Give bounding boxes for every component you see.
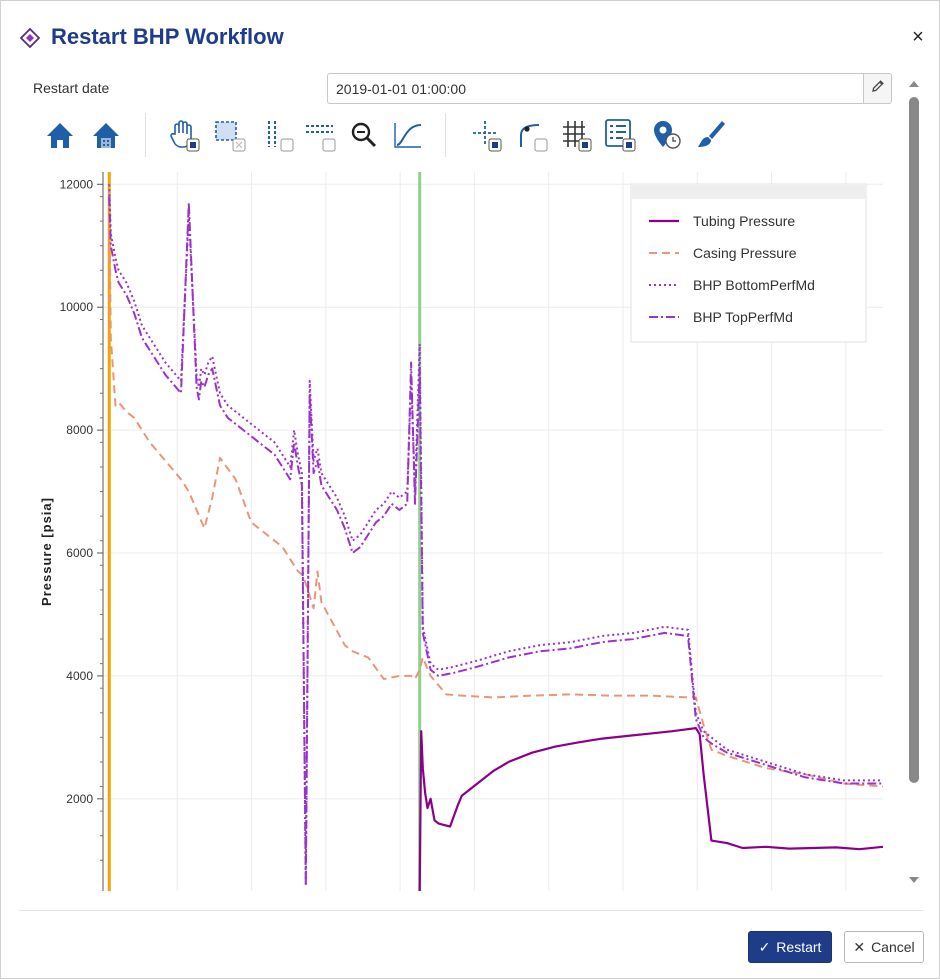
hover-clock-icon[interactable] — [649, 117, 683, 153]
y-tick-label: 8000 — [66, 423, 93, 437]
footer-divider — [19, 910, 923, 911]
legend-label: BHP BottomPerfMd — [693, 277, 815, 293]
home-icon[interactable] — [43, 117, 77, 153]
curve-icon[interactable] — [391, 117, 425, 153]
horizontal-select-icon[interactable] — [303, 117, 337, 153]
restart-date-input[interactable] — [327, 73, 863, 104]
legend-header-bar — [632, 185, 865, 199]
restart-button[interactable]: ✓ Restart — [748, 931, 832, 963]
restart-date-label: Restart date — [33, 80, 110, 96]
hand-pan-icon[interactable] — [167, 117, 201, 153]
check-icon: ✓ — [758, 939, 771, 955]
pressure-chart[interactable]: 2000 4000 6000 8000 10000 12000 Pressure [psia… — [21, 164, 901, 894]
toolbar-separator — [145, 113, 146, 157]
magnifier-icon[interactable] — [347, 117, 381, 153]
box-zoom-icon[interactable] — [213, 117, 247, 153]
x-icon: ✕ — [853, 939, 866, 955]
cancel-button[interactable]: ✕ Cancel — [844, 931, 924, 963]
restart-button-label: Restart — [776, 939, 822, 955]
y-axis-label: Pressure [psia] — [39, 497, 54, 606]
date-edit-button[interactable] — [863, 73, 892, 104]
paint-brush-icon[interactable] — [693, 117, 727, 153]
close-icon[interactable]: × — [907, 25, 929, 49]
vertical-scrollbar[interactable] — [905, 73, 923, 891]
y-tick-label: 2000 — [66, 792, 93, 806]
point-draw-icon[interactable] — [515, 117, 549, 153]
home-solid-icon[interactable] — [89, 117, 123, 153]
scroll-down-arrow-icon[interactable] — [905, 873, 923, 887]
pencil-icon — [871, 79, 885, 98]
grid-icon[interactable] — [559, 117, 593, 153]
legend-label: BHP TopPerfMd — [693, 309, 793, 325]
dialog-title-bar: Restart BHP Workflow × — [1, 1, 939, 73]
restart-bhp-dialog: Restart BHP Workflow × Restart date 2019… — [0, 0, 940, 979]
legend-label: Tubing Pressure — [693, 213, 795, 229]
y-tick-label: 10000 — [60, 300, 94, 314]
scroll-up-arrow-icon[interactable] — [905, 77, 923, 91]
vertical-select-icon[interactable] — [261, 117, 295, 153]
chart-toolbar — [41, 113, 741, 159]
y-tick-label: 12000 — [60, 177, 94, 191]
legend-label: Casing Pressure — [693, 245, 797, 261]
dialog-title: Restart BHP Workflow — [51, 24, 284, 49]
crosshair-icon[interactable] — [469, 117, 503, 153]
cancel-button-label: Cancel — [871, 939, 915, 955]
legend-list-icon[interactable] — [603, 117, 637, 153]
toolbar-separator — [445, 113, 446, 157]
y-tick-label: 4000 — [66, 669, 93, 683]
chart-legend: Tubing Pressure Casing Pressure BHP Bottom… — [630, 183, 867, 343]
scrollbar-thumb[interactable] — [909, 97, 919, 783]
diamond-workflow-icon — [19, 27, 41, 49]
y-tick-label: 6000 — [66, 546, 93, 560]
